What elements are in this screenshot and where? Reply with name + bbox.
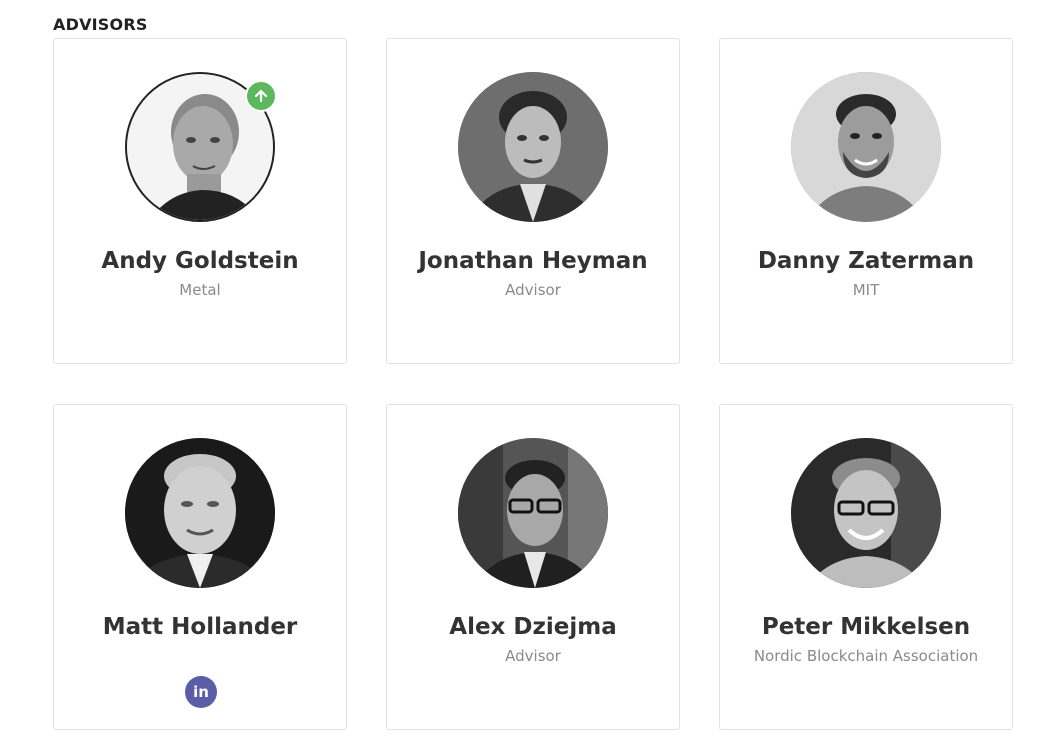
advisor-role: MIT (852, 281, 880, 299)
advisor-photo (458, 72, 608, 222)
advisor-name: Andy Goldstein (101, 248, 299, 274)
advisor-photo (458, 438, 608, 588)
advisor-photo (791, 72, 941, 222)
advisor-card: Alex Dziejma Advisor (386, 404, 680, 730)
advisor-role: Advisor (505, 647, 561, 665)
advisor-card: Danny Zaterman MIT (719, 38, 1013, 364)
linkedin-icon[interactable]: in (185, 676, 217, 708)
advisor-photo (791, 438, 941, 588)
advisor-card: Peter Mikkelsen Nordic Blockchain Associ… (719, 404, 1013, 730)
advisor-role: Metal (179, 281, 221, 299)
upvote-badge[interactable] (245, 80, 277, 112)
advisor-card: Jonathan Heyman Advisor (386, 38, 680, 364)
advisor-name: Matt Hollander (102, 614, 298, 640)
advisor-name: Danny Zaterman (757, 248, 975, 274)
section-title: ADVISORS (53, 15, 148, 34)
arrow-up-icon (254, 89, 268, 103)
advisor-name: Peter Mikkelsen (761, 614, 971, 640)
advisor-role: Advisor (505, 281, 561, 299)
advisor-name: Alex Dziejma (449, 614, 617, 640)
advisor-name: Jonathan Heyman (418, 248, 648, 274)
advisor-card: Andy Goldstein Metal (53, 38, 347, 364)
advisor-role: Nordic Blockchain Association (753, 647, 979, 665)
advisor-card: Matt Hollander in (53, 404, 347, 730)
advisor-photo (125, 438, 275, 588)
